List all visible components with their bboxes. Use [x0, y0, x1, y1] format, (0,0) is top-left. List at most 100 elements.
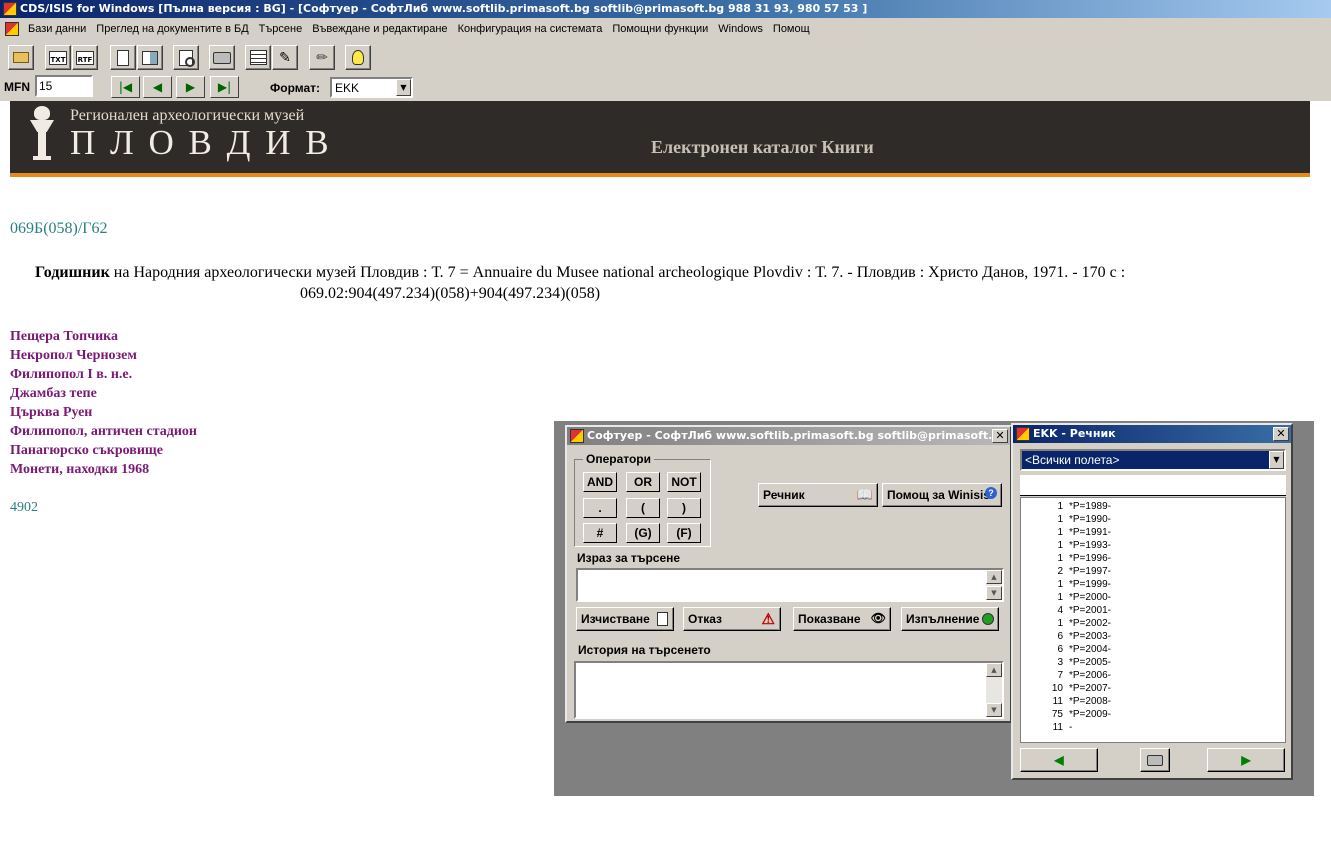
export-rtf-icon: RTF [75, 50, 95, 65]
list-item[interactable]: 6 *P=2003- [1021, 630, 1285, 643]
menu-item-config[interactable]: Конфигурация на системата [453, 23, 608, 35]
print-button[interactable] [209, 45, 235, 70]
list-item[interactable]: 11- [1021, 721, 1285, 734]
list-item[interactable]: 1 *P=2002- [1021, 617, 1285, 630]
subject-link[interactable]: Джамбаз тепе [10, 384, 197, 403]
edit-button[interactable]: ✎ [272, 45, 298, 70]
hint-button[interactable] [345, 45, 371, 70]
subject-link[interactable]: Некропол Чернозем [10, 346, 197, 365]
subject-link[interactable]: Филипопол, античен стадион [10, 422, 197, 441]
next-record-button[interactable]: ▶ [176, 76, 205, 98]
list-item[interactable]: 2 *P=1997- [1021, 565, 1285, 578]
search-dialog-titlebar[interactable]: Софтуер - СофтЛиб www.softlib.primasoft.… [567, 427, 1010, 445]
list-item[interactable]: 11 *P=2008- [1021, 695, 1285, 708]
dictionary-search-input[interactable] [1020, 475, 1286, 496]
preview-button[interactable] [173, 45, 199, 70]
chevron-down-icon[interactable]: ▼ [1269, 451, 1284, 469]
list-item[interactable]: 1 *P=1991- [1021, 526, 1285, 539]
udc-code: 069.02:904(497.234)(058)+904(497.234)(05… [300, 285, 601, 302]
menu-bar: Бази данни Преглед на документите в БД Тър… [0, 18, 1331, 40]
operator-open-paren-button[interactable]: ( [626, 498, 660, 518]
execute-button[interactable]: Изпълнение [901, 607, 999, 631]
menu-item-help[interactable]: Помощ [768, 23, 815, 35]
operator-g-button[interactable]: (G) [626, 523, 660, 543]
menu-item-databases[interactable]: Бази данни [23, 23, 91, 35]
menu-item-utilities[interactable]: Помощни функции [607, 23, 713, 35]
list-item[interactable]: 1 *P=1990- [1021, 513, 1285, 526]
list-item[interactable]: 1 *P=1989- [1021, 500, 1285, 513]
subject-link[interactable]: Монети, находки 1968 [10, 460, 197, 479]
dictionary-button[interactable]: Речник 📖 [758, 483, 878, 507]
first-record-button[interactable]: |◀ [111, 76, 140, 98]
document-icon[interactable] [5, 22, 19, 36]
dictionary-term-list[interactable]: 1 *P=1989- 1 *P=1990- 1 *P=1991- 1 *P=1993- … [1020, 497, 1286, 743]
mfn-input[interactable] [35, 75, 93, 97]
write-button[interactable]: ✏ [309, 45, 335, 70]
previous-record-button[interactable]: ◀ [143, 76, 172, 98]
open-button[interactable] [8, 45, 34, 70]
menu-item-edit[interactable]: Въвеждане и редактиране [307, 23, 452, 35]
list-item[interactable]: 4 *P=2001- [1021, 604, 1285, 617]
clear-button[interactable]: Изчистване [576, 607, 674, 631]
lightbulb-icon [352, 50, 364, 65]
list-item[interactable]: 75 *P=2009- [1021, 708, 1285, 721]
cancel-button[interactable]: Отказ ⚠ [683, 607, 781, 631]
subject-link[interactable]: Църква Руен [10, 403, 197, 422]
export-rtf-button[interactable]: RTF [72, 45, 98, 70]
export-txt-icon: TXT [48, 50, 68, 65]
call-number: 069Б(058)/Г62 [10, 220, 108, 237]
paste-button[interactable] [137, 45, 163, 70]
history-scrollbar[interactable]: ▲ ▼ [986, 663, 1002, 717]
subject-link[interactable]: Филипопол I в. н.е. [10, 365, 197, 384]
menu-item-browse[interactable]: Преглед на документите в БД [91, 23, 253, 35]
menu-item-windows[interactable]: Windows [713, 23, 768, 35]
list-item[interactable]: 1 *P=1999- [1021, 578, 1285, 591]
operator-hash-button[interactable]: # [583, 523, 617, 543]
expression-scrollbar[interactable]: ▲ ▼ [986, 570, 1002, 600]
menu-item-search[interactable]: Търсене [254, 23, 308, 35]
list-item[interactable]: 1 *P=1993- [1021, 539, 1285, 552]
last-record-button[interactable]: ▶| [210, 76, 239, 98]
list-item[interactable]: 7 *P=2006- [1021, 669, 1285, 682]
operator-or-button[interactable]: OR [626, 472, 660, 492]
close-button[interactable]: ✕ [992, 429, 1008, 443]
print-button[interactable] [1140, 748, 1170, 772]
list-item[interactable]: 1 *P=1996- [1021, 552, 1285, 565]
field-select[interactable]: <Всички полета> ▼ [1020, 449, 1286, 471]
format-value: EKK [335, 81, 360, 95]
record-title-rest: на Народния археологически музей Пловдив… [109, 264, 1126, 281]
search-expression-input[interactable]: ▲ ▼ [576, 568, 1004, 602]
scroll-up-icon[interactable]: ▲ [986, 570, 1002, 584]
operator-f-button[interactable]: (F) [667, 523, 701, 543]
operator-and-button[interactable]: AND [583, 472, 617, 492]
operator-dot-button[interactable]: . [583, 498, 617, 518]
list-item[interactable]: 1 *P=2000- [1021, 591, 1285, 604]
scroll-down-icon[interactable]: ▼ [986, 586, 1002, 600]
subject-link[interactable]: Пещера Топчика [10, 327, 197, 346]
subject-link[interactable]: Панагюрско съкровище [10, 441, 197, 460]
dictionary-label: Речник [763, 488, 805, 502]
record-title-bold: Годишник [35, 264, 110, 281]
app-icon [570, 429, 584, 443]
scroll-up-icon[interactable]: ▲ [986, 663, 1002, 677]
operator-not-button[interactable]: NOT [667, 472, 701, 492]
list-item[interactable]: 3 *P=2005- [1021, 656, 1285, 669]
operator-close-paren-button[interactable]: ) [667, 498, 701, 518]
list-item[interactable]: 6 *P=2004- [1021, 643, 1285, 656]
copy-button[interactable] [110, 45, 136, 70]
next-page-button[interactable]: ▶ [1207, 748, 1285, 772]
dictionary-dialog-titlebar[interactable]: EKK - Речник ✕ [1013, 425, 1291, 443]
close-button[interactable]: ✕ [1273, 427, 1289, 441]
dictionary-dialog: EKK - Речник ✕ <Всички полета> ▼ 1 *P=198… [1011, 423, 1293, 780]
help-winisis-button[interactable]: Помощ за Winisis ? [882, 483, 1002, 507]
show-button[interactable]: Показване 👁 [793, 607, 891, 631]
chevron-down-icon[interactable]: ▼ [396, 79, 411, 96]
format-select[interactable]: EKK ▼ [330, 77, 413, 98]
form-button[interactable] [245, 45, 271, 70]
search-history-list[interactable]: ▲ ▼ [574, 661, 1004, 719]
previous-page-button[interactable]: ◀ [1020, 748, 1098, 772]
list-item[interactable]: 10 *P=2007- [1021, 682, 1285, 695]
window-title-bar[interactable]: CDS/ISIS for Windows [Пълна версия : BG]… [0, 0, 1331, 18]
scroll-down-icon[interactable]: ▼ [986, 703, 1002, 717]
export-txt-button[interactable]: TXT [45, 45, 71, 70]
